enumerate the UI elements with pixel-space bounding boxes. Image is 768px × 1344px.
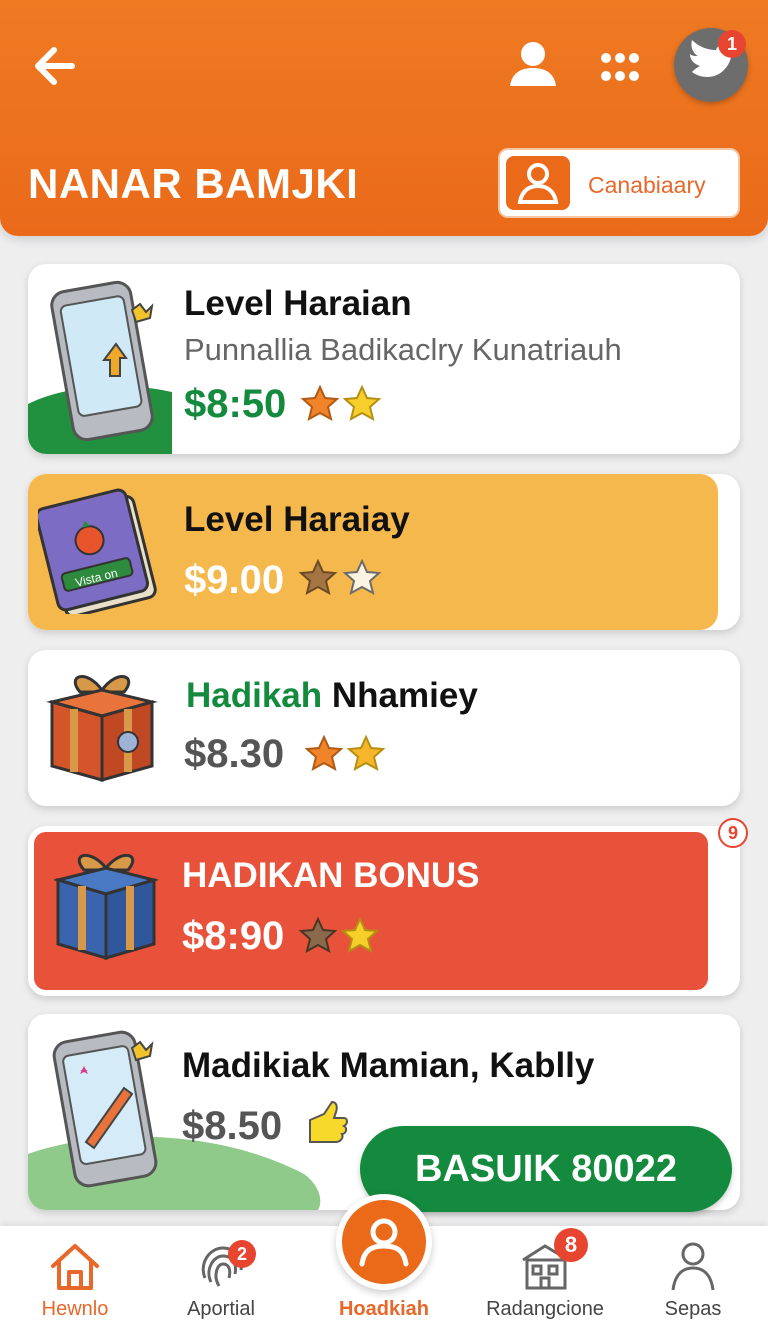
list-item[interactable]: Hadikah Nhamiey $8.30	[28, 650, 740, 806]
category-button-label: Canabiaary	[588, 172, 706, 198]
item-title-rest: Nhamiey	[331, 676, 478, 715]
person-icon	[671, 1242, 715, 1291]
item-price: $8.30	[184, 732, 285, 776]
item-price: $8:50	[184, 382, 287, 426]
nav-label: Sepas	[664, 1298, 722, 1320]
app-header: 1 NANAR BAMJKI Canabiaary	[0, 0, 768, 236]
nav-label: Aportial	[187, 1298, 255, 1320]
phone-icon	[28, 1030, 321, 1210]
item-title: HADIKAN BONUS	[182, 856, 480, 895]
home-icon	[51, 1244, 99, 1290]
user-icon	[359, 1218, 409, 1267]
star-icon	[298, 558, 338, 595]
category-button[interactable]: Canabiaary	[498, 148, 740, 218]
notification-badge: 1	[718, 30, 746, 58]
item-price: $8:90	[182, 914, 285, 958]
item-title-accent: Hadikah	[186, 676, 323, 715]
item-title: Hadikah Nhamiey	[186, 676, 478, 716]
item-subtitle: Punnallia Badikaclry Kunatriauh	[184, 332, 622, 367]
user-icon	[506, 156, 570, 210]
nav-label: Hoadkiah	[338, 1298, 430, 1320]
list-item[interactable]: HADIKAN BONUS $8:90	[28, 826, 740, 996]
nav-item-home[interactable]: Hewnlo	[0, 1226, 150, 1344]
back-button[interactable]	[30, 42, 82, 90]
book-icon: Vista on	[38, 488, 157, 614]
item-title: Level Haraiay	[184, 500, 410, 539]
thumbs-up-icon	[309, 1100, 348, 1143]
rating-stars	[298, 916, 380, 953]
nav-item-sepas[interactable]: Sepas	[618, 1226, 768, 1344]
star-icon	[342, 558, 382, 595]
apps-menu-button[interactable]	[598, 48, 642, 88]
star-icon	[300, 384, 340, 421]
center-user-button[interactable]	[336, 1194, 432, 1290]
arrow-left-icon	[35, 47, 75, 85]
user-icon	[510, 42, 556, 86]
gift-icon	[54, 853, 158, 960]
nav-label: Hewnlo	[41, 1298, 109, 1320]
phone-icon	[28, 280, 172, 454]
item-price: $9.00	[184, 558, 285, 602]
item-title: Madikiak Mamian, Kablly	[182, 1046, 595, 1085]
item-title: Level Haraian	[184, 284, 412, 323]
star-icon	[298, 916, 338, 953]
star-icon	[346, 734, 386, 771]
profile-button[interactable]	[506, 38, 560, 90]
rating-stars	[300, 384, 382, 421]
nav-item-radangcione[interactable]: 8 Radangcione	[470, 1226, 620, 1344]
star-icon	[342, 384, 382, 421]
star-icon	[304, 734, 344, 771]
star-icon	[340, 916, 380, 953]
list-item[interactable]: Vista on Level Haraiay $9.00	[28, 474, 740, 630]
rating-stars	[304, 734, 386, 771]
item-price: $8.50	[182, 1104, 283, 1148]
nav-item-aportial[interactable]: 2 Aportial	[146, 1226, 296, 1344]
gift-icon	[46, 675, 158, 782]
grid-dots-icon	[601, 53, 639, 81]
rating-stars	[298, 558, 382, 595]
nav-label: Radangcione	[486, 1298, 604, 1320]
list-item[interactable]: Level Haraian Punnallia Badikaclry Kunat…	[28, 264, 740, 454]
avatar[interactable]: 1	[674, 28, 748, 102]
nav-badge: 2	[228, 1240, 256, 1268]
page-title: NANAR BAMJKI	[28, 160, 359, 207]
nav-badge: 8	[554, 1228, 588, 1262]
notification-badge: 9	[718, 818, 748, 848]
